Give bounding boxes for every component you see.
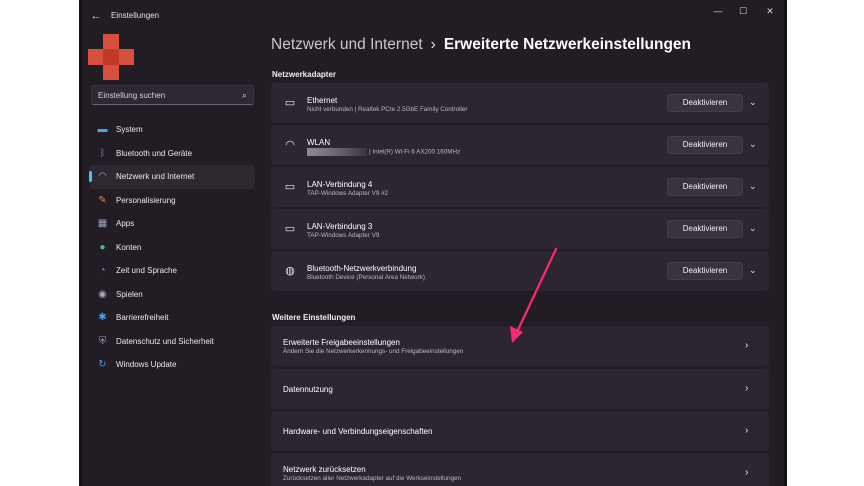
sidebar-item-label: Windows Update bbox=[116, 360, 177, 369]
sidebar-item-label: Spielen bbox=[116, 289, 143, 299]
settings-link-subtitle: Ändern Sie die Netzwerkerkennungs- und F… bbox=[283, 348, 464, 355]
chevron-down-icon[interactable]: ⌄ bbox=[749, 265, 757, 276]
adapter-name: Ethernet bbox=[307, 96, 338, 105]
person-icon: ● bbox=[99, 241, 106, 253]
ethernet-icon: ▭ bbox=[284, 223, 296, 235]
deactivate-button[interactable]: Deaktivieren bbox=[667, 94, 743, 112]
window-bezel-left bbox=[79, 0, 82, 486]
adapter-description: TAP-Windows Adapter V9 bbox=[307, 232, 380, 239]
update-icon: ↻ bbox=[98, 359, 107, 370]
adapter-card[interactable]: ◍ Bluetooth-Netzwerkverbindung Bluetooth D… bbox=[271, 251, 769, 291]
sidebar-item[interactable]: ▬ System bbox=[89, 118, 255, 142]
deactivate-button[interactable]: Deaktivieren bbox=[667, 178, 743, 196]
ethernet-icon: ▭ bbox=[284, 97, 296, 109]
ethernet-icon: ▭ bbox=[284, 181, 296, 193]
chevron-right-icon: › bbox=[745, 425, 749, 436]
sidebar-item-label: Datenschutz und Sicherheit bbox=[116, 336, 214, 346]
adapter-card[interactable]: ◠ WLAN | Intel(R) Wi-Fi 6 AX200 160MHz Deak… bbox=[271, 125, 769, 165]
adapter-name: LAN-Verbindung 3 bbox=[307, 222, 373, 231]
sidebar-nav: ▬ System ᛒ Bluetooth und Geräte ◠ Netzwerk un… bbox=[89, 118, 255, 377]
settings-link-card[interactable]: Datennutzung › bbox=[271, 369, 769, 409]
section-title-adapters: Netzwerkadapter bbox=[272, 70, 337, 79]
shield-icon: ⛨ bbox=[98, 335, 107, 347]
sidebar-item-label: Zeit und Sprache bbox=[116, 266, 177, 275]
minimize-icon[interactable]: — bbox=[705, 4, 731, 18]
search-placeholder: Einstellung suchen bbox=[98, 91, 166, 100]
adapter-name: LAN-Verbindung 4 bbox=[307, 180, 373, 189]
adapter-card[interactable]: ▭ LAN-Verbindung 3 TAP-Windows Adapter V9 D… bbox=[271, 209, 769, 249]
apps-icon: ▦ bbox=[97, 218, 108, 229]
close-icon[interactable]: ✕ bbox=[757, 4, 783, 18]
chevron-down-icon[interactable]: ⌄ bbox=[749, 223, 757, 234]
settings-link-subtitle: Zurücksetzen aller Netzwerkadapter auf d… bbox=[283, 475, 462, 482]
title-bar: ← Einstellungen — ☐ ✕ bbox=[79, 0, 787, 32]
settings-link-title: Datennutzung bbox=[283, 385, 333, 394]
back-arrow-icon[interactable]: ← bbox=[87, 9, 105, 23]
search-input[interactable]: Einstellung suchen ⌕ bbox=[91, 85, 254, 105]
breadcrumb: Netzwerk und Internet › Erweiterte Netzwer… bbox=[271, 36, 691, 54]
app-title: Einstellungen bbox=[111, 11, 160, 20]
breadcrumb-parent[interactable]: Netzwerk und Internet bbox=[271, 36, 423, 53]
search-icon[interactable]: ⌕ bbox=[242, 90, 247, 101]
deactivate-button[interactable]: Deaktivieren bbox=[667, 220, 743, 238]
sidebar-item[interactable]: ◠ Netzwerk und Internet bbox=[89, 165, 255, 189]
adapter-card[interactable]: ▭ LAN-Verbindung 4 TAP-Windows Adapter V9 … bbox=[271, 167, 769, 207]
bluetooth-icon: ᛒ bbox=[99, 147, 106, 159]
adapter-name: WLAN bbox=[307, 138, 331, 147]
settings-link-card[interactable]: Erweiterte Freigabeeinstellungen Ändern S… bbox=[271, 326, 769, 366]
sidebar-item-label: Apps bbox=[116, 219, 135, 228]
chevron-right-icon: › bbox=[745, 340, 749, 351]
settings-link-title: Netzwerk zurücksetzen bbox=[283, 465, 366, 474]
page-title: Erweiterte Netzwerkeinstellungen bbox=[443, 36, 692, 53]
accessibility-icon: ✱ bbox=[98, 312, 107, 323]
globe-clock-icon: ◔ bbox=[99, 265, 106, 276]
settings-link-card[interactable]: Netzwerk zurücksetzen Zurücksetzen aller … bbox=[271, 453, 769, 486]
sidebar-item[interactable]: ✱ Barrierefreiheit bbox=[89, 306, 255, 330]
brush-icon: ✎ bbox=[98, 194, 107, 206]
bluetooth-network-icon: ◍ bbox=[285, 265, 295, 277]
adapter-description: | Intel(R) Wi-Fi 6 AX200 160MHz bbox=[307, 148, 460, 156]
adapter-card[interactable]: ▭ Ethernet Nicht verbunden | Realtek PCIe … bbox=[271, 83, 769, 123]
sidebar-item[interactable]: ✎ Personalisierung bbox=[89, 189, 255, 213]
deactivate-button[interactable]: Deaktivieren bbox=[667, 262, 743, 280]
chevron-down-icon[interactable]: ⌄ bbox=[749, 139, 757, 150]
deactivate-button[interactable]: Deaktivieren bbox=[667, 136, 743, 154]
sidebar-item[interactable]: ◉ Spielen bbox=[89, 283, 255, 307]
sidebar-item[interactable]: ⛨ Datenschutz und Sicherheit bbox=[89, 330, 255, 354]
sidebar-item[interactable]: ↻ Windows Update bbox=[89, 353, 255, 377]
maximize-icon[interactable]: ☐ bbox=[730, 4, 756, 18]
adapter-description: Nicht verbunden | Realtek PCIe 2.5GbE Fa… bbox=[307, 106, 468, 113]
sidebar-item[interactable]: ◔ Zeit und Sprache bbox=[89, 259, 255, 283]
chevron-right-icon: › bbox=[745, 467, 749, 478]
app-logo bbox=[88, 34, 134, 80]
sidebar-item[interactable]: ● Konten bbox=[89, 236, 255, 260]
sidebar-item[interactable]: ▦ Apps bbox=[89, 212, 255, 236]
wifi-icon: ◠ bbox=[98, 171, 107, 182]
sidebar-item-label: Netzwerk und Internet bbox=[116, 172, 195, 181]
settings-link-title: Erweiterte Freigabeeinstellungen bbox=[283, 338, 400, 347]
monitor-icon: ▬ bbox=[97, 124, 108, 135]
chevron-right-icon: › bbox=[745, 383, 749, 394]
settings-window: ← Einstellungen — ☐ ✕ Einstellung suchen… bbox=[79, 0, 787, 486]
sidebar-item[interactable]: ᛒ Bluetooth und Geräte bbox=[89, 142, 255, 166]
sidebar-item-label: Bluetooth und Geräte bbox=[116, 148, 193, 158]
chevron-down-icon[interactable]: ⌄ bbox=[749, 181, 757, 192]
adapter-description-text: Intel(R) Wi-Fi 6 AX200 160MHz bbox=[372, 148, 461, 156]
window-bezel-right bbox=[784, 0, 787, 486]
sidebar-item-label: Barrierefreiheit bbox=[116, 313, 169, 322]
wifi-icon: ◠ bbox=[285, 139, 295, 151]
adapter-description: TAP-Windows Adapter V9 #2 bbox=[307, 190, 389, 197]
gamepad-icon: ◉ bbox=[98, 288, 107, 300]
section-title-more: Weitere Einstellungen bbox=[272, 313, 356, 322]
adapter-name: Bluetooth-Netzwerkverbindung bbox=[307, 264, 417, 273]
adapter-description: Bluetooth Device (Personal Area Network) bbox=[307, 274, 425, 281]
breadcrumb-separator: › bbox=[430, 36, 436, 53]
sidebar-item-label: System bbox=[116, 125, 143, 134]
settings-link-title: Hardware- und Verbindungseigenschaften bbox=[283, 427, 433, 436]
sidebar-item-label: Personalisierung bbox=[116, 195, 176, 205]
sidebar-item-label: Konten bbox=[116, 242, 142, 252]
chevron-down-icon[interactable]: ⌄ bbox=[749, 97, 757, 108]
redacted-block bbox=[307, 148, 367, 156]
settings-link-card[interactable]: Hardware- und Verbindungseigenschaften › bbox=[271, 411, 769, 451]
